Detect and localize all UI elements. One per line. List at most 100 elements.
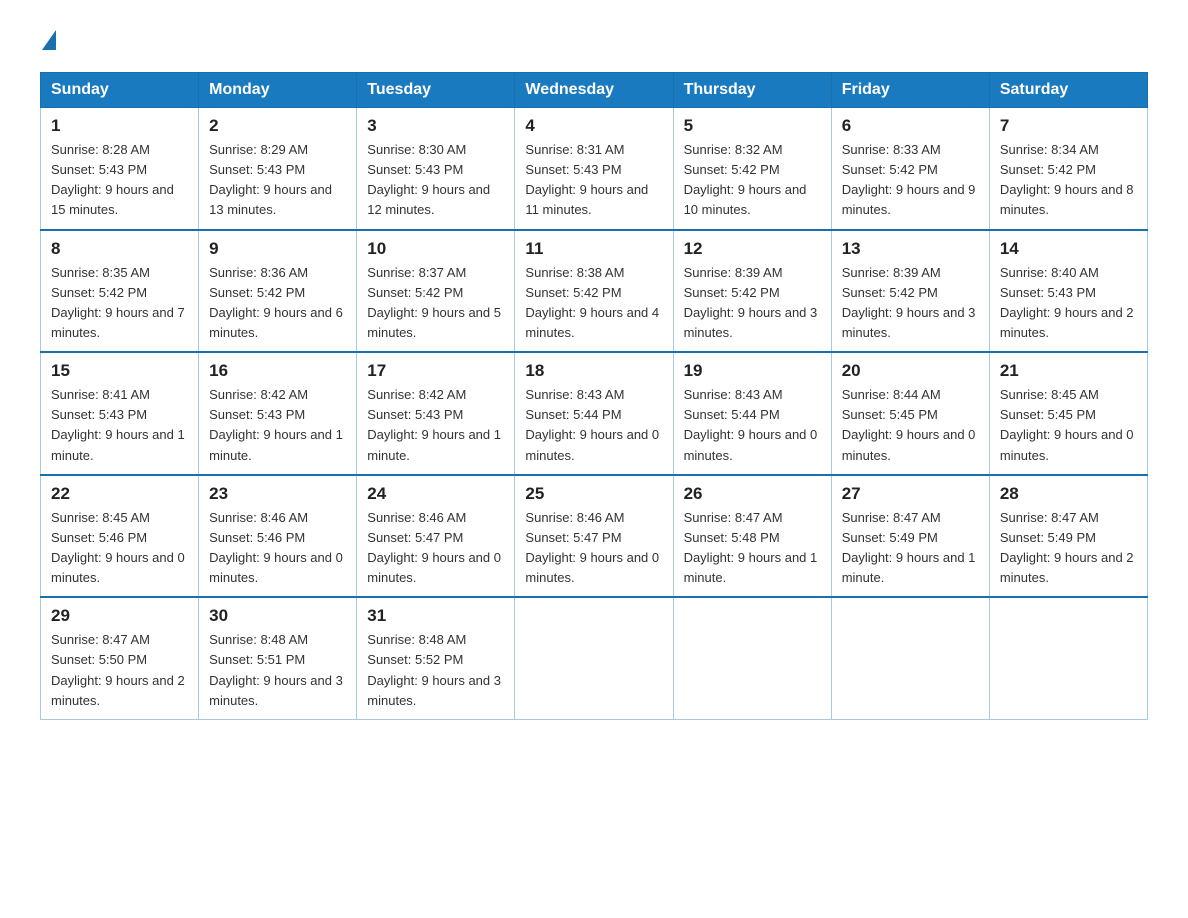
calendar-header-row: SundayMondayTuesdayWednesdayThursdayFrid… [41,73,1148,108]
day-info: Sunrise: 8:43 AMSunset: 5:44 PMDaylight:… [684,385,821,466]
calendar-cell: 16 Sunrise: 8:42 AMSunset: 5:43 PMDayligh… [199,352,357,475]
day-number: 12 [684,239,821,259]
day-number: 26 [684,484,821,504]
calendar-week-row: 22 Sunrise: 8:45 AMSunset: 5:46 PMDayligh… [41,475,1148,598]
day-info: Sunrise: 8:31 AMSunset: 5:43 PMDaylight:… [525,140,662,221]
calendar-cell: 19 Sunrise: 8:43 AMSunset: 5:44 PMDayligh… [673,352,831,475]
calendar-cell: 10 Sunrise: 8:37 AMSunset: 5:42 PMDayligh… [357,230,515,353]
day-number: 13 [842,239,979,259]
day-info: Sunrise: 8:47 AMSunset: 5:49 PMDaylight:… [1000,508,1137,589]
day-info: Sunrise: 8:46 AMSunset: 5:47 PMDaylight:… [367,508,504,589]
calendar-cell: 27 Sunrise: 8:47 AMSunset: 5:49 PMDayligh… [831,475,989,598]
calendar-cell: 6Sunrise: 8:33 AMSunset: 5:42 PMDaylight… [831,108,989,230]
calendar-cell: 25 Sunrise: 8:46 AMSunset: 5:47 PMDayligh… [515,475,673,598]
calendar-cell: 8 Sunrise: 8:35 AMSunset: 5:42 PMDaylight… [41,230,199,353]
calendar-week-row: 29 Sunrise: 8:47 AMSunset: 5:50 PMDayligh… [41,597,1148,719]
day-number: 19 [684,361,821,381]
day-info: Sunrise: 8:29 AMSunset: 5:43 PMDaylight:… [209,140,346,221]
day-info: Sunrise: 8:35 AMSunset: 5:42 PMDaylight:… [51,263,188,344]
logo-triangle-icon [42,30,56,50]
calendar-cell: 3 Sunrise: 8:30 AMSunset: 5:43 PMDaylight… [357,108,515,230]
calendar-cell: 22 Sunrise: 8:45 AMSunset: 5:46 PMDayligh… [41,475,199,598]
day-info: Sunrise: 8:43 AMSunset: 5:44 PMDaylight:… [525,385,662,466]
calendar-cell: 28 Sunrise: 8:47 AMSunset: 5:49 PMDayligh… [989,475,1147,598]
calendar-cell: 2Sunrise: 8:29 AMSunset: 5:43 PMDaylight… [199,108,357,230]
day-info: Sunrise: 8:48 AMSunset: 5:51 PMDaylight:… [209,630,346,711]
day-number: 25 [525,484,662,504]
day-number: 10 [367,239,504,259]
day-number: 16 [209,361,346,381]
day-info: Sunrise: 8:40 AMSunset: 5:43 PMDaylight:… [1000,263,1137,344]
day-info: Sunrise: 8:44 AMSunset: 5:45 PMDaylight:… [842,385,979,466]
calendar-cell: 13 Sunrise: 8:39 AMSunset: 5:42 PMDayligh… [831,230,989,353]
day-number: 6 [842,116,979,136]
calendar-cell: 11Sunrise: 8:38 AMSunset: 5:42 PMDayligh… [515,230,673,353]
logo [40,30,56,52]
header-friday: Friday [831,73,989,108]
day-number: 4 [525,116,662,136]
day-info: Sunrise: 8:42 AMSunset: 5:43 PMDaylight:… [209,385,346,466]
calendar-cell: 29 Sunrise: 8:47 AMSunset: 5:50 PMDayligh… [41,597,199,719]
day-info: Sunrise: 8:34 AMSunset: 5:42 PMDaylight:… [1000,140,1137,221]
page-header [40,30,1148,52]
day-info: Sunrise: 8:47 AMSunset: 5:49 PMDaylight:… [842,508,979,589]
day-info: Sunrise: 8:32 AMSunset: 5:42 PMDaylight:… [684,140,821,221]
day-info: Sunrise: 8:42 AMSunset: 5:43 PMDaylight:… [367,385,504,466]
calendar-cell: 18 Sunrise: 8:43 AMSunset: 5:44 PMDayligh… [515,352,673,475]
day-info: Sunrise: 8:45 AMSunset: 5:46 PMDaylight:… [51,508,188,589]
calendar-cell: 17 Sunrise: 8:42 AMSunset: 5:43 PMDayligh… [357,352,515,475]
day-info: Sunrise: 8:36 AMSunset: 5:42 PMDaylight:… [209,263,346,344]
calendar-cell [831,597,989,719]
day-number: 20 [842,361,979,381]
calendar-cell: 7 Sunrise: 8:34 AMSunset: 5:42 PMDaylight… [989,108,1147,230]
calendar-cell: 21Sunrise: 8:45 AMSunset: 5:45 PMDayligh… [989,352,1147,475]
calendar-week-row: 1 Sunrise: 8:28 AMSunset: 5:43 PMDaylight… [41,108,1148,230]
header-tuesday: Tuesday [357,73,515,108]
header-saturday: Saturday [989,73,1147,108]
day-number: 23 [209,484,346,504]
calendar-cell [989,597,1147,719]
calendar-cell: 23Sunrise: 8:46 AMSunset: 5:46 PMDayligh… [199,475,357,598]
calendar-cell: 14Sunrise: 8:40 AMSunset: 5:43 PMDayligh… [989,230,1147,353]
day-number: 22 [51,484,188,504]
day-info: Sunrise: 8:39 AMSunset: 5:42 PMDaylight:… [684,263,821,344]
day-number: 7 [1000,116,1137,136]
calendar-cell: 31 Sunrise: 8:48 AMSunset: 5:52 PMDayligh… [357,597,515,719]
day-info: Sunrise: 8:46 AMSunset: 5:47 PMDaylight:… [525,508,662,589]
calendar-cell: 9 Sunrise: 8:36 AMSunset: 5:42 PMDaylight… [199,230,357,353]
day-number: 24 [367,484,504,504]
day-number: 31 [367,606,504,626]
day-number: 1 [51,116,188,136]
calendar-cell: 5 Sunrise: 8:32 AMSunset: 5:42 PMDaylight… [673,108,831,230]
day-number: 21 [1000,361,1137,381]
calendar-table: SundayMondayTuesdayWednesdayThursdayFrid… [40,72,1148,720]
day-number: 9 [209,239,346,259]
day-info: Sunrise: 8:48 AMSunset: 5:52 PMDaylight:… [367,630,504,711]
day-number: 29 [51,606,188,626]
day-number: 28 [1000,484,1137,504]
calendar-cell: 4 Sunrise: 8:31 AMSunset: 5:43 PMDaylight… [515,108,673,230]
day-info: Sunrise: 8:39 AMSunset: 5:42 PMDaylight:… [842,263,979,344]
day-info: Sunrise: 8:47 AMSunset: 5:50 PMDaylight:… [51,630,188,711]
calendar-cell: 1 Sunrise: 8:28 AMSunset: 5:43 PMDaylight… [41,108,199,230]
day-number: 3 [367,116,504,136]
calendar-cell: 15Sunrise: 8:41 AMSunset: 5:43 PMDayligh… [41,352,199,475]
day-number: 15 [51,361,188,381]
day-number: 30 [209,606,346,626]
day-number: 17 [367,361,504,381]
calendar-cell: 30 Sunrise: 8:48 AMSunset: 5:51 PMDayligh… [199,597,357,719]
day-number: 8 [51,239,188,259]
calendar-cell: 20 Sunrise: 8:44 AMSunset: 5:45 PMDayligh… [831,352,989,475]
calendar-week-row: 8 Sunrise: 8:35 AMSunset: 5:42 PMDaylight… [41,230,1148,353]
header-monday: Monday [199,73,357,108]
day-number: 18 [525,361,662,381]
day-info: Sunrise: 8:47 AMSunset: 5:48 PMDaylight:… [684,508,821,589]
day-number: 5 [684,116,821,136]
calendar-cell: 26 Sunrise: 8:47 AMSunset: 5:48 PMDayligh… [673,475,831,598]
day-info: Sunrise: 8:38 AMSunset: 5:42 PMDaylight:… [525,263,662,344]
day-number: 27 [842,484,979,504]
header-wednesday: Wednesday [515,73,673,108]
day-info: Sunrise: 8:37 AMSunset: 5:42 PMDaylight:… [367,263,504,344]
day-info: Sunrise: 8:28 AMSunset: 5:43 PMDaylight:… [51,140,188,221]
day-info: Sunrise: 8:30 AMSunset: 5:43 PMDaylight:… [367,140,504,221]
